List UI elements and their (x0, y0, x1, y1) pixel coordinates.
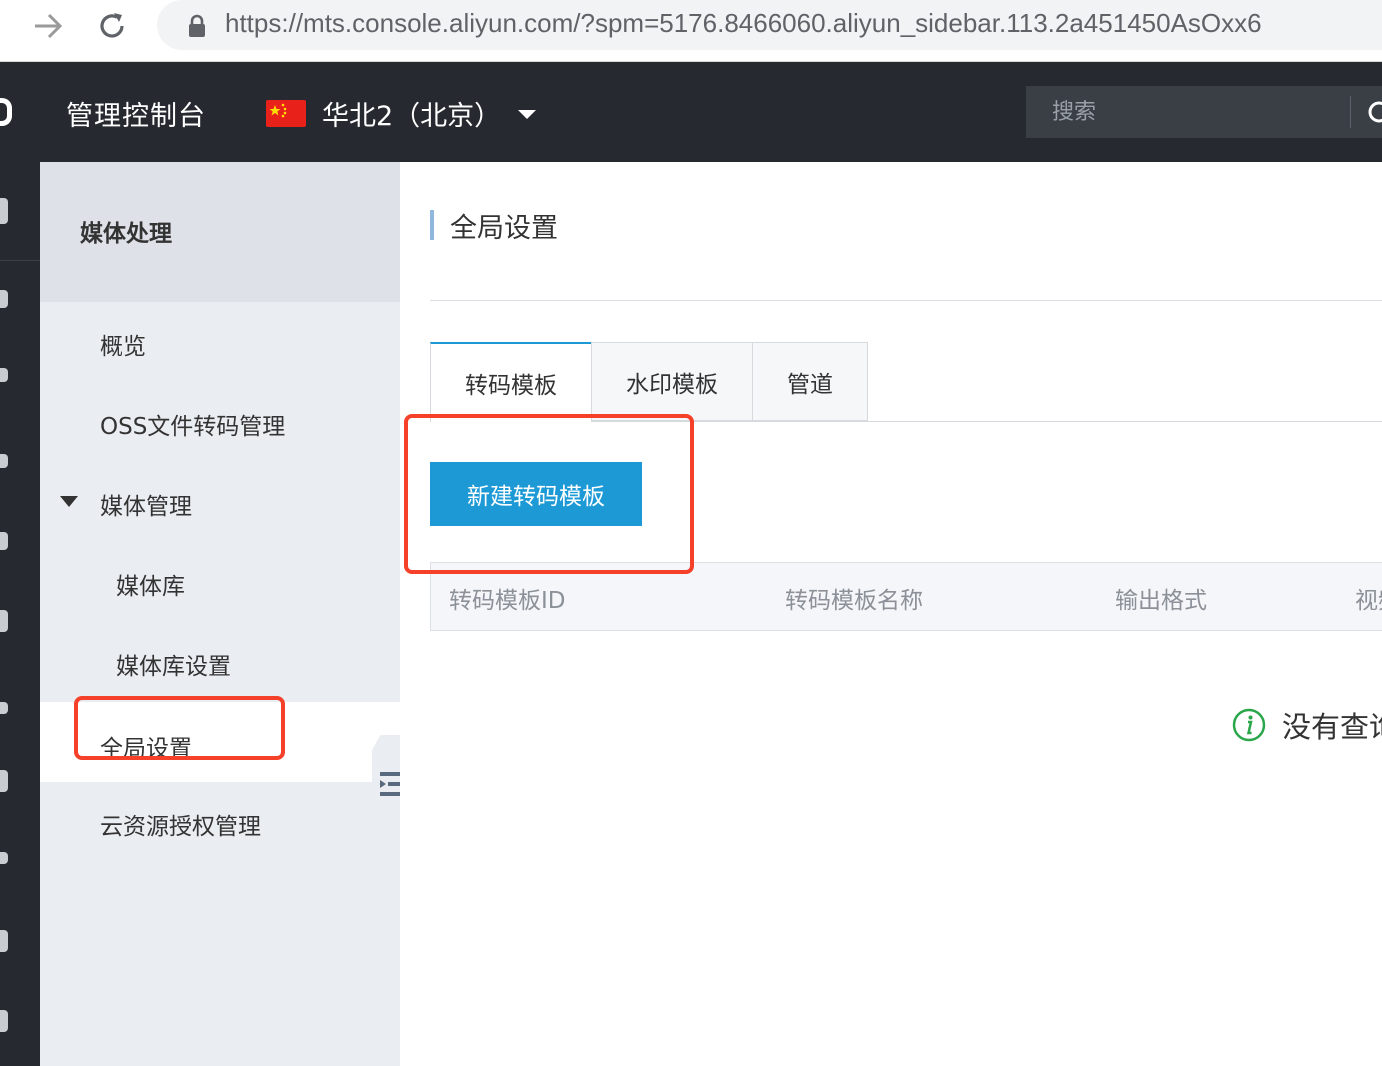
region-chevron-down-icon[interactable] (518, 110, 536, 119)
sidebar-item-resource-authorization[interactable]: 云资源授权管理 (40, 782, 400, 862)
tab-label: 管道 (787, 371, 833, 398)
product-sidebar: 媒体处理 概览 OSS文件转码管理 媒体管理 媒体库 媒体库设置 全局设置 云资… (40, 162, 400, 1066)
column-header-template-name: 转码模板名称 (785, 588, 923, 614)
address-bar[interactable]: https://mts.console.aliyun.com/?spm=5176… (157, 0, 1382, 50)
sidebar-item-media-library-settings[interactable]: 媒体库设置 (40, 622, 400, 702)
caret-down-icon[interactable] (60, 496, 78, 507)
rail-item-icon[interactable] (0, 368, 8, 382)
tab-pipelines[interactable]: 管道 (752, 342, 868, 421)
sidebar-item-label: OSS文件转码管理 (100, 414, 286, 440)
empty-state-text: 没有查询 (1282, 710, 1382, 744)
rail-item-icon[interactable] (0, 852, 8, 864)
rail-item-icon[interactable] (0, 290, 8, 308)
search-divider (1350, 96, 1351, 128)
sidebar-item-label: 云资源授权管理 (100, 814, 261, 840)
column-header-video: 视频 (1355, 588, 1382, 614)
product-icon-rail (0, 162, 40, 1066)
url-host: https://mts.console.aliyun.com (225, 8, 574, 38)
search-icon[interactable] (1366, 99, 1382, 133)
title-accent-bar (430, 210, 434, 240)
collapse-menu-icon[interactable] (380, 770, 402, 802)
reload-icon[interactable] (90, 8, 134, 44)
url-text: https://mts.console.aliyun.com/?spm=5176… (225, 8, 1262, 39)
main-content: 全局设置 转码模板 水印模板 管道 新建转码模板 转码模板ID 转码模板名称 输… (400, 162, 1382, 1066)
column-header-template-id: 转码模板ID (449, 588, 566, 614)
rail-item-icon[interactable] (0, 702, 8, 714)
console-title[interactable]: 管理控制台 (66, 94, 206, 133)
console-topbar: 管理控制台 华北2（北京） (0, 62, 1382, 162)
menu-icon[interactable] (0, 198, 8, 224)
sidebar-item-overview[interactable]: 概览 (40, 302, 400, 382)
sidebar-header: 媒体处理 (40, 162, 400, 302)
rail-item-icon[interactable] (0, 454, 8, 468)
sidebar-item-label: 媒体库 (116, 574, 185, 600)
tab-label: 转码模板 (465, 373, 557, 399)
region-selector[interactable]: 华北2（北京） (322, 94, 501, 133)
table-header: 转码模板ID 转码模板名称 输出格式 视频 (430, 562, 1382, 631)
sidebar-item-global-settings[interactable]: 全局设置 (40, 702, 400, 782)
rail-divider (0, 260, 40, 261)
china-flag-icon (266, 100, 306, 127)
tabs-baseline (592, 421, 1382, 422)
sidebar-item-label: 概览 (100, 334, 146, 360)
column-header-output-format: 输出格式 (1115, 588, 1207, 614)
sidebar-item-label: 媒体库设置 (116, 654, 231, 680)
aliyun-logo[interactable] (0, 98, 12, 126)
rail-item-icon[interactable] (0, 930, 8, 952)
browser-toolbar: https://mts.console.aliyun.com/?spm=5176… (0, 0, 1382, 62)
search-box (1026, 86, 1382, 138)
rail-item-icon[interactable] (0, 1010, 8, 1032)
page-title: 全局设置 (450, 213, 558, 244)
url-path: /?spm=5176.8466060.aliyun_sidebar.113.2a… (573, 8, 1262, 38)
tab-watermark-templates[interactable]: 水印模板 (591, 342, 753, 421)
sidebar-item-oss-transcode[interactable]: OSS文件转码管理 (40, 382, 400, 462)
back-arrow-icon[interactable] (26, 8, 70, 44)
tab-label: 水印模板 (626, 371, 718, 398)
new-transcode-template-button[interactable]: 新建转码模板 (430, 462, 642, 526)
rail-item-icon[interactable] (0, 610, 8, 632)
sidebar-item-media-management[interactable]: 媒体管理 (40, 462, 400, 542)
sidebar-item-label: 全局设置 (100, 736, 192, 762)
sidebar-item-label: 媒体管理 (100, 494, 192, 520)
title-divider (430, 300, 1382, 301)
rail-item-icon[interactable] (0, 770, 8, 792)
sidebar-title: 媒体处理 (80, 221, 172, 247)
tab-transcode-templates[interactable]: 转码模板 (430, 342, 592, 422)
rail-item-icon[interactable] (0, 532, 8, 550)
search-input[interactable] (1026, 86, 1348, 138)
lock-icon (187, 14, 207, 42)
info-icon (1232, 708, 1266, 746)
sidebar-item-media-library[interactable]: 媒体库 (40, 542, 400, 622)
